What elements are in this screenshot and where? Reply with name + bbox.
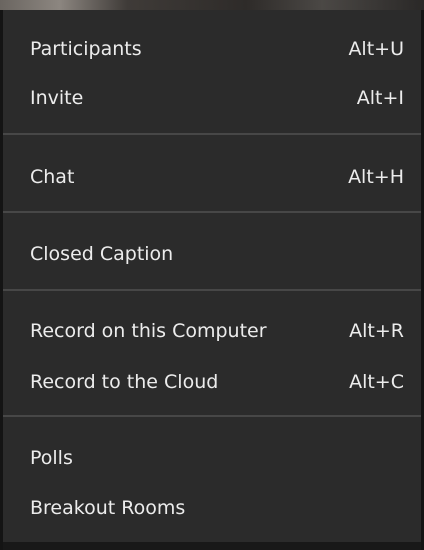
menu-item-label: Record to the Cloud [30, 371, 219, 393]
menu-item-label: Closed Caption [30, 243, 174, 265]
menu-item-shortcut: Alt+U [348, 38, 404, 60]
menu-item-label: Polls [30, 447, 73, 469]
menu-separator [3, 289, 421, 291]
menu-item-shortcut: Alt+H [348, 166, 404, 188]
menu-item-invite[interactable]: Invite Alt+I [3, 76, 421, 120]
menu-separator [3, 415, 421, 417]
menu-item-chat[interactable]: Chat Alt+H [3, 155, 421, 199]
menu-item-shortcut: Alt+R [349, 320, 404, 342]
menu-item-participants[interactable]: Participants Alt+U [3, 27, 421, 71]
menu-item-breakout-rooms[interactable]: Breakout Rooms [3, 486, 421, 530]
menu-item-shortcut: Alt+C [349, 371, 404, 393]
menu-item-label: Invite [30, 87, 84, 109]
menu-item-record-on-this-computer[interactable]: Record on this Computer Alt+R [3, 309, 421, 353]
more-options-menu: Participants Alt+U Invite Alt+I Chat Alt… [0, 10, 424, 550]
menu-item-shortcut: Alt+I [356, 87, 404, 109]
menu-item-label: Record on this Computer [30, 320, 267, 342]
menu-item-label: Participants [30, 38, 142, 60]
menu-item-record-to-the-cloud[interactable]: Record to the Cloud Alt+C [3, 360, 421, 404]
menu-item-closed-caption[interactable]: Closed Caption [3, 232, 421, 276]
menu-item-label: Breakout Rooms [30, 497, 186, 519]
menu-item-polls[interactable]: Polls [3, 436, 421, 480]
menu-item-label: Chat [30, 166, 75, 188]
menu-separator [3, 211, 421, 213]
menu-bottom-edge [3, 542, 421, 550]
window-background-strip [0, 0, 424, 10]
menu-separator [3, 133, 421, 135]
